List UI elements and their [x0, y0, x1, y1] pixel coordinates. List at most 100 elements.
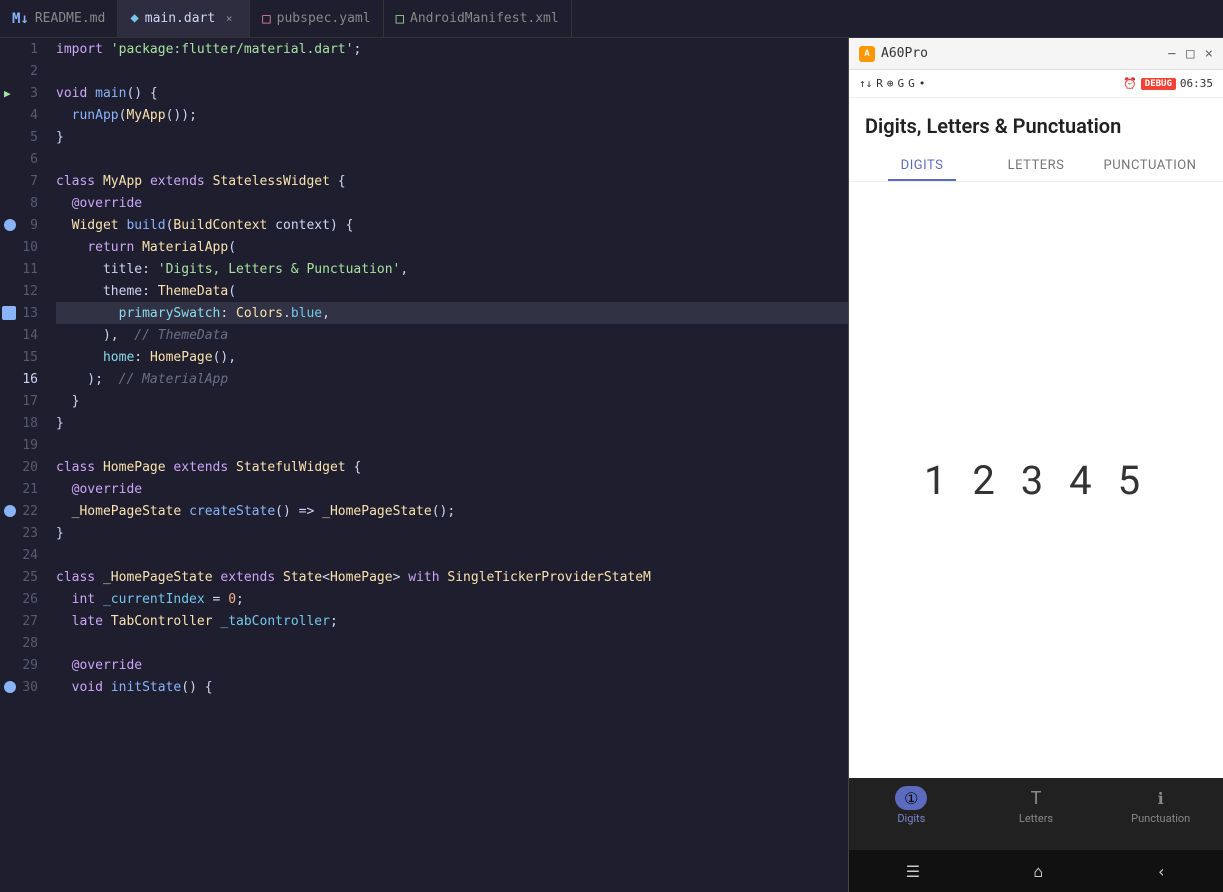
android-back-button[interactable]: ‹: [1157, 862, 1167, 881]
android-nav-bar: ☰ ⌂ ‹: [849, 850, 1223, 892]
app-tab-letters-label: Letters: [1008, 158, 1065, 173]
tab-pubspec[interactable]: □ pubspec.yaml: [250, 0, 383, 37]
yaml-icon: □: [262, 11, 270, 27]
alarm-icon: ⏰: [1123, 77, 1137, 90]
line-30: 30: [0, 676, 48, 698]
line-9: 9: [0, 214, 48, 236]
dart-icon: ◆: [130, 10, 138, 26]
app-tab-punctuation[interactable]: Punctuation: [1093, 150, 1207, 181]
code-line-1: import 'package:flutter/material.dart';: [56, 38, 848, 60]
code-line-21: @override: [56, 478, 848, 500]
line-22: 22: [0, 500, 48, 522]
code-line-7: class MyApp extends StatelessWidget {: [56, 170, 848, 192]
tab-android-manifest[interactable]: □ AndroidManifest.xml: [384, 0, 572, 37]
debug-badge: DEBUG: [1141, 78, 1176, 90]
debug-dot-icon: [4, 219, 16, 231]
line-6: 6: [0, 148, 48, 170]
g-icon-1: G: [898, 77, 905, 90]
phone-device-name: A60Pro: [881, 46, 928, 61]
code-line-2: [56, 60, 848, 82]
bottom-nav-punctuation-label: Punctuation: [1131, 812, 1190, 825]
markdown-icon: M↓: [12, 11, 29, 27]
line-numbers: 1 2 ▶ 3 4 5 6 7 8 9 10 11 12: [0, 38, 48, 892]
code-line-26: int _currentIndex = 0;: [56, 588, 848, 610]
code-editor: 1 2 ▶ 3 4 5 6 7 8 9 10 11 12: [0, 38, 848, 892]
tab-readme[interactable]: M↓ README.md: [0, 0, 118, 37]
line-12: 12: [0, 280, 48, 302]
line-25: 25: [0, 566, 48, 588]
code-line-4: runApp(MyApp());: [56, 104, 848, 126]
line-18: 18: [0, 412, 48, 434]
xml-icon: □: [396, 11, 404, 27]
line-4: 4: [0, 104, 48, 126]
tab-pubspec-label: pubspec.yaml: [277, 11, 371, 26]
line-13: 13: [0, 302, 48, 324]
line-23: 23: [0, 522, 48, 544]
android-menu-button[interactable]: ☰: [906, 862, 920, 881]
phone-maximize-button[interactable]: □: [1186, 46, 1194, 62]
phone-close-button[interactable]: ×: [1205, 46, 1213, 62]
app-tab-content: 1 2 3 4 5: [849, 182, 1223, 778]
line-24: 24: [0, 544, 48, 566]
line-14: 14: [0, 324, 48, 346]
bottom-nav-digits-label: Digits: [897, 812, 925, 825]
code-line-23: }: [56, 522, 848, 544]
phone-title-bar: A A60Pro − □ ×: [849, 38, 1223, 70]
code-line-29: @override: [56, 654, 848, 676]
tab-main-dart[interactable]: ◆ main.dart ×: [118, 0, 250, 37]
bottom-nav-punctuation[interactable]: ℹ Punctuation: [1098, 786, 1223, 825]
line-15: 15: [0, 346, 48, 368]
phone-emulator: A A60Pro − □ × ↑↓ R ⊕ G G • ⏰ DEBUG 06: [848, 38, 1223, 892]
code-line-8: @override: [56, 192, 848, 214]
bottom-nav-digits[interactable]: ① Digits: [849, 786, 974, 825]
app-tab-digits[interactable]: Digits: [865, 150, 979, 181]
status-right: ⏰ DEBUG 06:35: [1123, 77, 1213, 90]
main-area: 1 2 ▶ 3 4 5 6 7 8 9 10 11 12: [0, 38, 1223, 892]
code-lines: import 'package:flutter/material.dart'; …: [48, 38, 848, 892]
code-line-11: title: 'Digits, Letters & Punctuation',: [56, 258, 848, 280]
code-line-17: }: [56, 390, 848, 412]
tab-main-dart-label: main.dart: [145, 11, 215, 26]
code-line-28: [56, 632, 848, 654]
bottom-nav-digits-icon: ①: [895, 786, 927, 810]
app-header: Digits, Letters & Punctuation Digits Let…: [849, 98, 1223, 182]
tab-bar: M↓ README.md ◆ main.dart × □ pubspec.yam…: [0, 0, 1223, 38]
phone-app: Digits, Letters & Punctuation Digits Let…: [849, 98, 1223, 778]
code-line-19: [56, 434, 848, 456]
time-display: 06:35: [1180, 77, 1213, 90]
line-5: 5: [0, 126, 48, 148]
android-home-button[interactable]: ⌂: [1034, 862, 1044, 881]
code-line-15: home: HomePage(),: [56, 346, 848, 368]
code-line-14: ), // ThemeData: [56, 324, 848, 346]
phone-status-bar: ↑↓ R ⊕ G G • ⏰ DEBUG 06:35: [849, 70, 1223, 98]
phone-title-left: A A60Pro: [859, 46, 928, 62]
phone-brand-icon: A: [859, 46, 875, 62]
g-icon-2: G: [908, 77, 915, 90]
line-16: 16: [0, 368, 48, 390]
line-11: 11: [0, 258, 48, 280]
code-line-25: class _HomePageState extends State<HomeP…: [56, 566, 848, 588]
tab-android-manifest-label: AndroidManifest.xml: [410, 11, 559, 26]
line-3: ▶ 3: [0, 82, 48, 104]
dot-icon: •: [919, 77, 926, 90]
app-tab-letters[interactable]: Letters: [979, 150, 1093, 181]
tab-close-button[interactable]: ×: [221, 10, 237, 26]
line-27: 27: [0, 610, 48, 632]
line-26: 26: [0, 588, 48, 610]
line-29: 29: [0, 654, 48, 676]
line-21: 21: [0, 478, 48, 500]
signal-strength-icon: ↑↓: [859, 77, 872, 90]
phone-title-controls[interactable]: − □ ×: [1168, 46, 1213, 62]
line-8: 8: [0, 192, 48, 214]
bottom-nav-letters[interactable]: T Letters: [974, 786, 1099, 825]
code-line-20: class HomePage extends StatefulWidget {: [56, 456, 848, 478]
phone-minimize-button[interactable]: −: [1168, 46, 1176, 62]
digits-content: 1 2 3 4 5: [924, 457, 1148, 504]
code-line-3: void main() {: [56, 82, 848, 104]
phone-bottom-nav: ① Digits T Letters ℹ Punctuation: [849, 778, 1223, 850]
debug-dot-30-icon: [4, 681, 16, 693]
line-28: 28: [0, 632, 48, 654]
app-tab-digits-label: Digits: [901, 158, 944, 173]
code-line-22: _HomePageState createState() => _HomePag…: [56, 500, 848, 522]
line-17: 17: [0, 390, 48, 412]
